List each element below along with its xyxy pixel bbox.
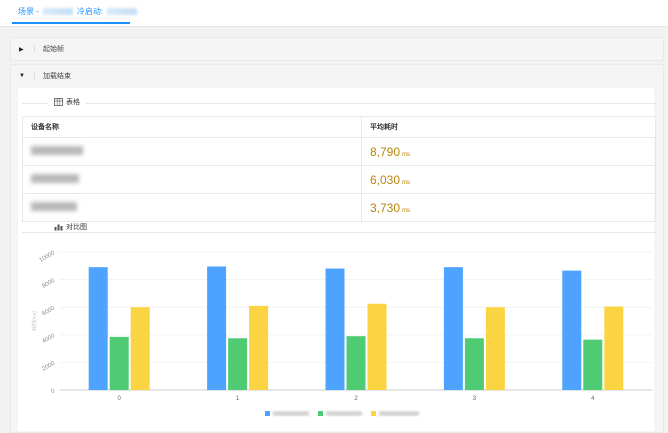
bar bbox=[485, 307, 505, 390]
y-tick-label: 10000 bbox=[39, 250, 57, 264]
y-tick-label: 4000 bbox=[41, 333, 56, 345]
bar bbox=[367, 303, 387, 390]
bar bbox=[249, 305, 269, 390]
y-tick-label: 8000 bbox=[41, 278, 56, 290]
y-tick-label: 6000 bbox=[41, 305, 56, 317]
legend-swatch bbox=[371, 411, 376, 416]
x-tick-label: 4 bbox=[591, 396, 595, 402]
bar bbox=[583, 339, 603, 390]
bar bbox=[562, 270, 582, 390]
legend-label-redacted bbox=[379, 411, 419, 416]
legend-label-redacted bbox=[273, 411, 309, 416]
comparison-chart: 0 2000 4000 6000 8000 10000 耗时(ms) 0 1 2 3 4 bbox=[31, 250, 652, 416]
y-axis-label: 耗时(ms) bbox=[31, 311, 38, 331]
y-tick-label: 0 bbox=[50, 388, 56, 395]
legend-swatch bbox=[318, 411, 323, 416]
x-tick-label: 1 bbox=[236, 396, 240, 402]
bar bbox=[88, 267, 108, 390]
x-tick-label: 3 bbox=[473, 396, 477, 402]
bar bbox=[443, 267, 463, 390]
bar bbox=[228, 338, 248, 390]
bar bbox=[207, 266, 227, 390]
bar bbox=[109, 336, 129, 390]
x-tick-label: 2 bbox=[354, 396, 358, 402]
bar bbox=[346, 336, 366, 390]
legend-swatch bbox=[265, 411, 270, 416]
bar bbox=[464, 338, 484, 390]
bar bbox=[130, 307, 150, 390]
bar bbox=[604, 306, 624, 390]
legend-label-redacted bbox=[326, 411, 362, 416]
bar bbox=[325, 268, 345, 390]
x-tick-label: 0 bbox=[118, 396, 122, 402]
y-tick-label: 2000 bbox=[41, 360, 56, 372]
